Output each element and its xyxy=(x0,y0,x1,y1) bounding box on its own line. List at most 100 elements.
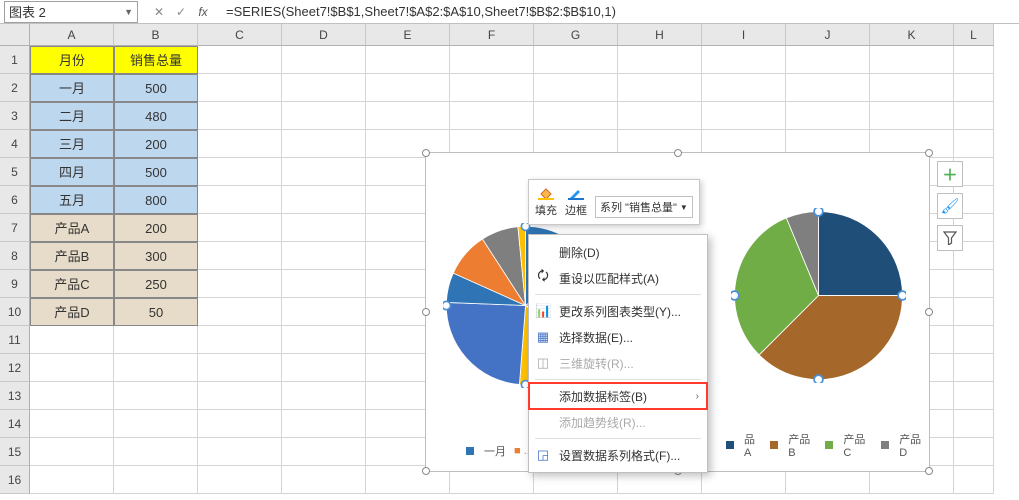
cell[interactable] xyxy=(870,46,954,74)
resize-handle[interactable] xyxy=(674,149,682,157)
cell[interactable] xyxy=(282,354,366,382)
accept-formula-icon[interactable]: ✓ xyxy=(172,5,190,19)
cell[interactable] xyxy=(366,46,450,74)
cell[interactable] xyxy=(954,438,994,466)
cell[interactable] xyxy=(30,410,114,438)
cell[interactable] xyxy=(282,298,366,326)
cell[interactable] xyxy=(198,298,282,326)
cell[interactable] xyxy=(114,438,198,466)
cell[interactable] xyxy=(954,466,994,494)
cell[interactable] xyxy=(870,102,954,130)
cell[interactable] xyxy=(450,46,534,74)
cell[interactable] xyxy=(30,466,114,494)
cell[interactable] xyxy=(786,74,870,102)
cell[interactable]: 480 xyxy=(114,102,198,130)
ctx-reset[interactable]: 🗘重设以匹配样式(A) xyxy=(529,265,707,291)
pie-slice[interactable] xyxy=(819,212,903,296)
cell[interactable] xyxy=(198,186,282,214)
col-header[interactable]: F xyxy=(450,24,534,46)
cell[interactable] xyxy=(198,74,282,102)
row-header[interactable]: 5 xyxy=(0,158,30,186)
cell[interactable] xyxy=(198,410,282,438)
cell[interactable] xyxy=(618,46,702,74)
row-header[interactable]: 3 xyxy=(0,102,30,130)
cell[interactable] xyxy=(534,74,618,102)
cell[interactable] xyxy=(954,354,994,382)
border-button[interactable]: 边框 xyxy=(565,186,587,218)
cell[interactable] xyxy=(198,158,282,186)
row-header[interactable]: 10 xyxy=(0,298,30,326)
formula-input[interactable]: =SERIES(Sheet7!$B$1,Sheet7!$A$2:$A$10,Sh… xyxy=(220,1,1019,23)
cell[interactable] xyxy=(954,382,994,410)
cell[interactable] xyxy=(450,74,534,102)
row-header[interactable]: 14 xyxy=(0,410,30,438)
col-header[interactable]: H xyxy=(618,24,702,46)
select-all-corner[interactable] xyxy=(0,24,30,46)
cell[interactable]: 200 xyxy=(114,214,198,242)
col-header[interactable]: G xyxy=(534,24,618,46)
selection-handle[interactable] xyxy=(814,208,823,216)
cell[interactable] xyxy=(282,46,366,74)
cell[interactable] xyxy=(198,46,282,74)
pie-chart-2[interactable] xyxy=(731,208,906,383)
row-header[interactable]: 7 xyxy=(0,214,30,242)
chart-plus-button[interactable]: ＋ xyxy=(937,161,963,187)
cell[interactable] xyxy=(198,214,282,242)
cell[interactable] xyxy=(786,46,870,74)
row-header[interactable]: 8 xyxy=(0,242,30,270)
cell[interactable] xyxy=(786,102,870,130)
resize-handle[interactable] xyxy=(925,467,933,475)
ctx-change-chart-type[interactable]: 📊更改系列图表类型(Y)... xyxy=(529,298,707,324)
pie-slice[interactable] xyxy=(446,302,525,384)
cell[interactable] xyxy=(30,382,114,410)
cell[interactable]: 三月 xyxy=(30,130,114,158)
cell[interactable] xyxy=(282,130,366,158)
resize-handle[interactable] xyxy=(422,467,430,475)
cancel-formula-icon[interactable]: ✕ xyxy=(150,5,168,19)
cell[interactable]: 200 xyxy=(114,130,198,158)
col-header[interactable]: K xyxy=(870,24,954,46)
row-header[interactable]: 9 xyxy=(0,270,30,298)
cell[interactable] xyxy=(30,326,114,354)
cell[interactable] xyxy=(534,46,618,74)
cell[interactable] xyxy=(30,438,114,466)
cell[interactable] xyxy=(954,102,994,130)
cell[interactable] xyxy=(30,354,114,382)
cell[interactable]: 500 xyxy=(114,158,198,186)
cell[interactable]: 月份 xyxy=(30,46,114,74)
cell[interactable] xyxy=(198,438,282,466)
row-header[interactable]: 1 xyxy=(0,46,30,74)
series-dropdown[interactable]: 系列 "销售总量" ▼ xyxy=(595,196,693,218)
cell[interactable]: 产品A xyxy=(30,214,114,242)
cell[interactable] xyxy=(282,382,366,410)
cell[interactable] xyxy=(198,270,282,298)
selection-handle[interactable] xyxy=(814,375,823,383)
selection-handle[interactable] xyxy=(898,291,906,300)
cell[interactable]: 产品D xyxy=(30,298,114,326)
name-box[interactable]: 图表 2 ▼ xyxy=(4,1,138,23)
cell[interactable] xyxy=(198,130,282,158)
cell[interactable] xyxy=(618,102,702,130)
cell[interactable] xyxy=(198,354,282,382)
cell[interactable] xyxy=(114,382,198,410)
cell[interactable] xyxy=(366,74,450,102)
col-header[interactable]: B xyxy=(114,24,198,46)
cell[interactable] xyxy=(702,102,786,130)
cell[interactable] xyxy=(282,186,366,214)
cell[interactable]: 500 xyxy=(114,74,198,102)
chart-brush-button[interactable]: 🖌 xyxy=(937,193,963,219)
cell[interactable] xyxy=(198,242,282,270)
cell[interactable] xyxy=(366,102,450,130)
row-header[interactable]: 13 xyxy=(0,382,30,410)
fx-icon[interactable]: fx xyxy=(194,5,212,19)
row-header[interactable]: 15 xyxy=(0,438,30,466)
cell[interactable] xyxy=(282,102,366,130)
row-header[interactable]: 6 xyxy=(0,186,30,214)
cell[interactable] xyxy=(282,466,366,494)
cell[interactable] xyxy=(954,130,994,158)
cell[interactable]: 五月 xyxy=(30,186,114,214)
cell[interactable]: 产品C xyxy=(30,270,114,298)
row-header[interactable]: 4 xyxy=(0,130,30,158)
ctx-add-data-labels[interactable]: 添加数据标签(B)› xyxy=(529,383,707,409)
cell[interactable] xyxy=(282,270,366,298)
